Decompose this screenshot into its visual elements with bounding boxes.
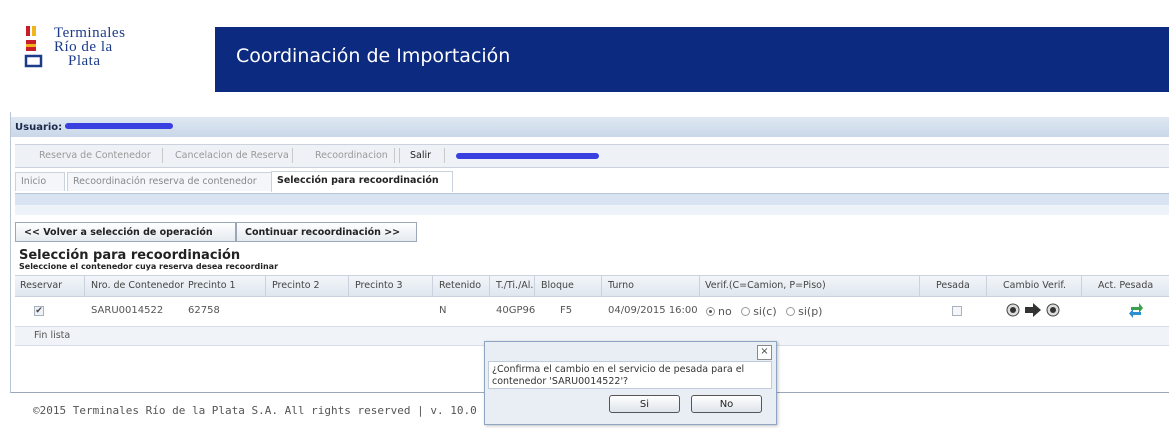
section-title: Selección para recoordinación bbox=[19, 248, 241, 263]
page-title: Coordinación de Importación bbox=[236, 45, 511, 67]
user-name-redacted bbox=[65, 123, 173, 129]
menu-reserva-contenedor[interactable]: Reserva de Contenedor bbox=[29, 148, 163, 163]
radio-si-p-icon bbox=[786, 307, 796, 316]
arrow-right-icon[interactable] bbox=[1025, 303, 1041, 317]
verif-option-si-p[interactable]: si(p) bbox=[786, 305, 822, 318]
no-button[interactable]: No bbox=[691, 395, 762, 413]
close-icon[interactable]: × bbox=[757, 345, 772, 360]
verif-radio-group: no si(c) si(p) bbox=[706, 305, 822, 318]
col-header-tipo: T./Ti./Al. bbox=[496, 280, 534, 291]
reservar-checkbox[interactable]: ✔ bbox=[34, 306, 44, 316]
col-header-precinto3: Precinto 3 bbox=[355, 280, 403, 291]
logo-text-line3: Plata bbox=[68, 53, 101, 69]
session-info-redacted bbox=[456, 153, 599, 159]
col-header-bloque: Bloque bbox=[541, 280, 574, 291]
confirm-dialog: × ¿Confirma el cambio en el servicio de … bbox=[484, 341, 777, 425]
verif-after-icon bbox=[1046, 303, 1060, 317]
col-header-verif: Verif.(C=Camion, P=Piso) bbox=[705, 280, 826, 291]
verif-option-no[interactable]: no bbox=[706, 305, 732, 318]
col-header-pesada: Pesada bbox=[936, 280, 970, 291]
col-header-precinto1: Precinto 1 bbox=[188, 280, 236, 291]
tab-recoordinacion-reserva[interactable]: Recoordinación reserva de contenedor bbox=[67, 172, 272, 191]
col-header-turno: Turno bbox=[608, 280, 634, 291]
col-header-cambio-verif: Cambio Verif. bbox=[1003, 280, 1067, 291]
dialog-message: ¿Confirma el cambio en el servicio de pe… bbox=[488, 361, 772, 389]
cell-turno: 04/09/2015 16:00 bbox=[608, 305, 698, 316]
col-header-contenedor: Nro. de Contenedor bbox=[91, 280, 185, 291]
section-subtitle: Seleccione el contenedor cuya reserva de… bbox=[19, 262, 279, 271]
user-bar: Usuario: bbox=[11, 117, 1169, 137]
tab-seleccion-recoordinacion[interactable]: Selección para recoordinación bbox=[271, 171, 453, 192]
col-header-reservar: Reservar bbox=[20, 280, 63, 291]
menu-recoordinacion[interactable]: Recoordinacion bbox=[305, 148, 395, 163]
cell-bloque: F5 bbox=[560, 305, 573, 316]
radio-si-c-icon bbox=[741, 307, 751, 316]
user-label: Usuario: bbox=[15, 122, 63, 133]
table-row: ✔ SARU0014522 62758 N 40GP96 F5 04/09/20… bbox=[15, 297, 1169, 324]
menu-cancelacion-reserva[interactable]: Cancelacion de Reserva bbox=[165, 148, 293, 163]
pesada-checkbox[interactable] bbox=[952, 306, 962, 316]
back-button[interactable]: << Volver a selección de operación bbox=[15, 222, 236, 242]
menu-bar: Reserva de Contenedor Cancelacion de Res… bbox=[15, 144, 1169, 168]
table-header: Reservar Nro. de Contenedor Precinto 1 P… bbox=[15, 275, 1169, 297]
refresh-icon[interactable] bbox=[1128, 301, 1144, 319]
toolbar-strip bbox=[15, 194, 1169, 205]
company-logo: Terminales Río de la Plata bbox=[14, 20, 214, 90]
cell-contenedor: SARU0014522 bbox=[91, 305, 164, 316]
cambio-verif-controls bbox=[1006, 303, 1060, 317]
cell-precinto1: 62758 bbox=[188, 305, 220, 316]
end-of-list-label: Fin lista bbox=[34, 330, 71, 341]
verif-before-icon bbox=[1006, 303, 1020, 317]
verif-option-si-c[interactable]: si(c) bbox=[741, 305, 777, 318]
cell-tipo: 40GP96 bbox=[496, 305, 536, 316]
cell-retenido: N bbox=[439, 305, 447, 316]
toolbar-strip-secondary bbox=[15, 205, 1169, 215]
continue-button[interactable]: Continuar recoordinación >> bbox=[236, 222, 417, 242]
col-header-precinto2: Precinto 2 bbox=[272, 280, 320, 291]
col-header-retenido: Retenido bbox=[439, 280, 482, 291]
radio-no-icon bbox=[706, 307, 715, 316]
yes-button[interactable]: Si bbox=[609, 395, 680, 413]
copyright-footer: ©2015 Terminales Río de la Plata S.A. Al… bbox=[33, 404, 477, 417]
menu-salir[interactable]: Salir bbox=[399, 148, 445, 163]
tab-inicio[interactable]: Inicio bbox=[15, 172, 65, 191]
tab-bar: Inicio Recoordinación reserva de contene… bbox=[15, 169, 1169, 194]
col-header-act-pesada: Act. Pesada bbox=[1098, 280, 1154, 291]
logo-flag-icon bbox=[24, 26, 43, 68]
